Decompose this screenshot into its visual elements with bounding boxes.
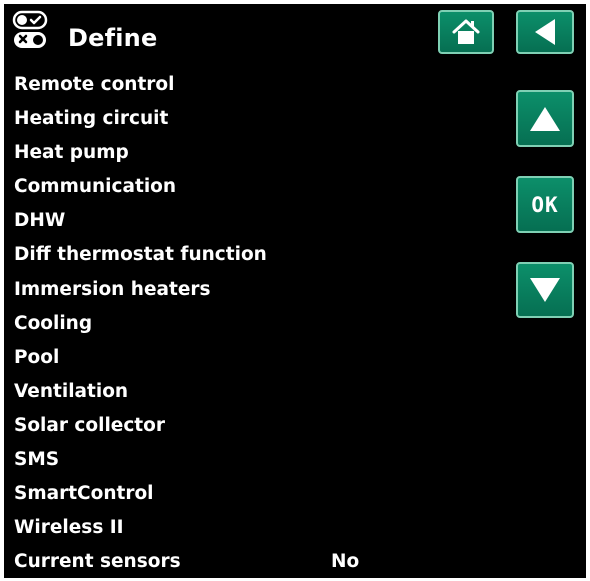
scroll-up-button[interactable] <box>516 90 574 147</box>
arrow-up-icon <box>528 105 562 133</box>
menu-item-ventilation[interactable]: Ventilation <box>14 375 267 409</box>
ok-button-label: OK <box>531 192 559 217</box>
menu-item-smartcontrol[interactable]: SmartControl <box>14 477 267 511</box>
menu-item-communication[interactable]: Communication <box>14 170 267 204</box>
home-button[interactable] <box>438 10 494 54</box>
menu-item-diff-thermostat-function[interactable]: Diff thermostat function <box>14 238 267 272</box>
back-arrow-icon <box>531 17 559 47</box>
page-title: Define <box>68 24 158 52</box>
menu-item-dhw[interactable]: DHW <box>14 204 267 238</box>
menu-item-heating-circuit[interactable]: Heating circuit <box>14 102 267 136</box>
ok-button[interactable]: OK <box>516 176 574 233</box>
home-icon <box>451 17 481 47</box>
arrow-down-icon <box>528 276 562 304</box>
menu-item-remote-control[interactable]: Remote control <box>14 68 267 102</box>
menu-item-solar-collector[interactable]: Solar collector <box>14 409 267 443</box>
menu-item-current-sensors[interactable]: Current sensors No <box>14 545 359 578</box>
menu-item-heat-pump[interactable]: Heat pump <box>14 136 267 170</box>
menu-item-sms[interactable]: SMS <box>14 443 267 477</box>
toggle-switches-icon <box>12 10 58 52</box>
menu-item-pool[interactable]: Pool <box>14 341 267 375</box>
menu-item-wireless-ii[interactable]: Wireless II <box>14 511 267 545</box>
menu-item-immersion-heaters[interactable]: Immersion heaters <box>14 273 267 307</box>
scroll-down-button[interactable] <box>516 262 574 318</box>
back-button[interactable] <box>516 10 574 54</box>
display-screen: Define Remote control Heating circuit He… <box>4 4 586 578</box>
menu-item-cooling[interactable]: Cooling <box>14 307 267 341</box>
current-sensors-value: No <box>331 551 360 573</box>
define-menu-list: Remote control Heating circuit Heat pump… <box>14 68 359 578</box>
